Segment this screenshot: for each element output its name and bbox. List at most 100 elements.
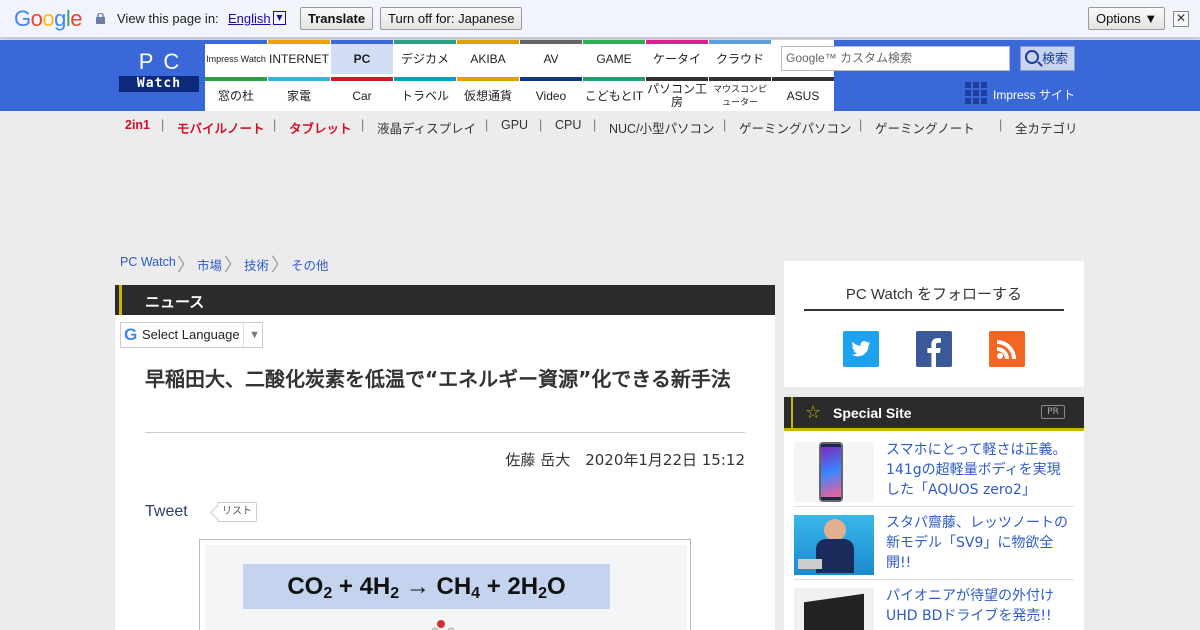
subnav-separator: |: [161, 118, 165, 132]
chevron-right-icon: 〉: [224, 255, 242, 275]
facebook-icon[interactable]: [916, 331, 952, 367]
search-button-label: 検索: [1041, 51, 1068, 66]
subnav-separator: |: [999, 118, 1003, 132]
subnav-link[interactable]: タブレット: [289, 118, 352, 137]
subnav-link[interactable]: CPU: [555, 118, 581, 132]
tweet-button[interactable]: Tweet: [145, 503, 188, 521]
nav-item[interactable]: デジカメ: [394, 40, 456, 74]
nav-item[interactable]: トラベル: [394, 77, 456, 111]
list-button[interactable]: リスト: [217, 502, 257, 522]
nav-item[interactable]: 窓の杜: [205, 77, 267, 111]
subnav-link[interactable]: ゲーミングノート: [875, 118, 975, 137]
article-figure[interactable]: CO2 + 4H2 → CH4 + 2H2O: [199, 539, 691, 630]
nav-item[interactable]: パソコン工房: [646, 77, 708, 111]
follow-panel: PC Watch をフォローする: [784, 261, 1084, 387]
formula-part: 2: [390, 585, 400, 602]
author-date: 佐藤 岳大 2020年1月22日 15:12: [505, 451, 745, 469]
close-icon[interactable]: ✕: [1173, 11, 1189, 27]
main-nav: Impress Watch INTERNET PC デジカメ AKIBA AV GAME ケー…: [205, 40, 834, 111]
nav-item[interactable]: クラウド: [709, 40, 771, 74]
search-icon: [1025, 50, 1039, 64]
view-page-label: View this page in:: [117, 11, 219, 26]
nav-item[interactable]: ケータイ: [646, 40, 708, 74]
special-site-title: Special Site: [833, 405, 912, 421]
options-button[interactable]: Options ▼: [1088, 7, 1166, 30]
rss-icon[interactable]: [989, 331, 1025, 367]
breadcrumb-link[interactable]: その他: [291, 255, 329, 274]
subnav-link[interactable]: ゲーミングパソコン: [739, 118, 852, 137]
chevron-down-icon: ▼: [243, 323, 260, 347]
select-language-dropdown[interactable]: G Select Language ▼: [120, 322, 263, 348]
molecule-icon: [431, 620, 455, 630]
search-button[interactable]: 検索: [1020, 46, 1075, 71]
list-item-text[interactable]: パイオニアが待望の外付けUHD BDドライブを発売!!: [886, 586, 1074, 626]
list-item[interactable]: パイオニアが待望の外付けUHD BDドライブを発売!!: [794, 583, 1074, 630]
subnav-link[interactable]: 液晶ディスプレイ: [377, 118, 476, 137]
subnav-separator: |: [485, 118, 489, 132]
nav-item[interactable]: マウスコンピューター: [709, 77, 771, 111]
formula-part: 4: [471, 585, 481, 602]
logo-pc-text: PC: [138, 49, 190, 74]
logo-watch-text: Watch: [119, 76, 199, 92]
subnav-link[interactable]: モバイルノート: [177, 118, 265, 137]
star-icon: ☆: [805, 402, 822, 423]
nav-item[interactable]: AKIBA: [457, 40, 519, 74]
formula-part: 2: [323, 585, 333, 602]
nav-item[interactable]: ASUS: [772, 77, 834, 111]
breadcrumb-link[interactable]: 市場: [197, 255, 222, 274]
google-g-icon: G: [124, 325, 138, 344]
breadcrumb-link[interactable]: 技術: [244, 255, 269, 274]
subnav-separator: |: [859, 118, 863, 132]
section-header: ニュース: [115, 285, 775, 315]
nav-item[interactable]: PC: [331, 40, 393, 74]
translate-button[interactable]: Translate: [300, 7, 374, 30]
chevron-right-icon: 〉: [177, 255, 195, 275]
pc-watch-logo[interactable]: PC Watch: [119, 48, 199, 94]
google-translate-bar: Google View this page in: English ▼ Tran…: [0, 0, 1200, 38]
formula-part: O: [547, 573, 566, 600]
language-dropdown-icon[interactable]: ▼: [273, 11, 286, 25]
nav-item[interactable]: Car: [331, 77, 393, 111]
breadcrumb-link[interactable]: PC Watch: [120, 255, 176, 269]
subnav-separator: |: [273, 118, 277, 132]
list-item[interactable]: スマホにとって軽さは正義。141gの超軽量ボディを実現した「AQUOS zero…: [794, 437, 1074, 507]
sub-nav: 2in1 | モバイルノート | タブレット | 液晶ディスプレイ | GPU | CPU | NUC/…: [120, 118, 1080, 137]
nav-item[interactable]: GAME: [583, 40, 645, 74]
formula-part: 2: [538, 585, 547, 602]
subnav-separator: |: [539, 118, 543, 132]
nav-item[interactable]: こどもとIT: [583, 77, 645, 111]
subnav-link[interactable]: 2in1: [125, 118, 150, 132]
nav-item[interactable]: Impress Watch: [205, 40, 267, 74]
formula-part: + 2H: [480, 573, 539, 600]
subnav-link[interactable]: NUC/小型パソコン: [609, 118, 715, 137]
subnav-separator: |: [723, 118, 727, 132]
list-item-text[interactable]: スマホにとって軽さは正義。141gの超軽量ボディを実現した「AQUOS zero…: [886, 440, 1074, 500]
turn-off-button[interactable]: Turn off for: Japanese: [380, 7, 523, 30]
subnav-separator: |: [361, 118, 365, 132]
list-item-text[interactable]: スタパ齋藤、レッツノートの新モデル「SV9」に物欲全開!!: [886, 513, 1074, 573]
subnav-link[interactable]: GPU: [501, 118, 528, 132]
nav-item[interactable]: INTERNET: [268, 40, 330, 74]
language-link[interactable]: English: [228, 11, 271, 26]
pr-badge: PR: [1041, 405, 1065, 419]
formula-part: CO: [287, 573, 324, 600]
grid-icon[interactable]: [965, 82, 987, 104]
subnav-separator: |: [593, 118, 597, 132]
drive-thumbnail: [794, 588, 874, 630]
section-title: ニュース: [145, 293, 205, 311]
list-item[interactable]: スタパ齋藤、レッツノートの新モデル「SV9」に物欲全開!!: [794, 510, 1074, 580]
impress-site-link[interactable]: Impress サイト: [993, 86, 1075, 103]
divider: [145, 432, 745, 433]
nav-item[interactable]: Video: [520, 77, 582, 111]
special-site-panel: ☆ Special Site PR スマホにとって軽さは正義。141gの超軽量ボ…: [784, 397, 1084, 630]
nav-item[interactable]: AV: [520, 40, 582, 74]
nav-item[interactable]: 家電: [268, 77, 330, 111]
nav-item[interactable]: 仮想通貨: [457, 77, 519, 111]
search-input[interactable]: Google™ カスタム検索: [781, 46, 1010, 71]
chemical-formula: CO2 + 4H2 → CH4 + 2H2O: [243, 564, 610, 609]
formula-part: + 4H: [332, 573, 391, 600]
twitter-icon[interactable]: [843, 331, 879, 367]
phone-thumbnail: [794, 442, 874, 502]
subnav-link[interactable]: 全カテゴリ: [1015, 118, 1078, 137]
chevron-right-icon: 〉: [271, 255, 289, 275]
